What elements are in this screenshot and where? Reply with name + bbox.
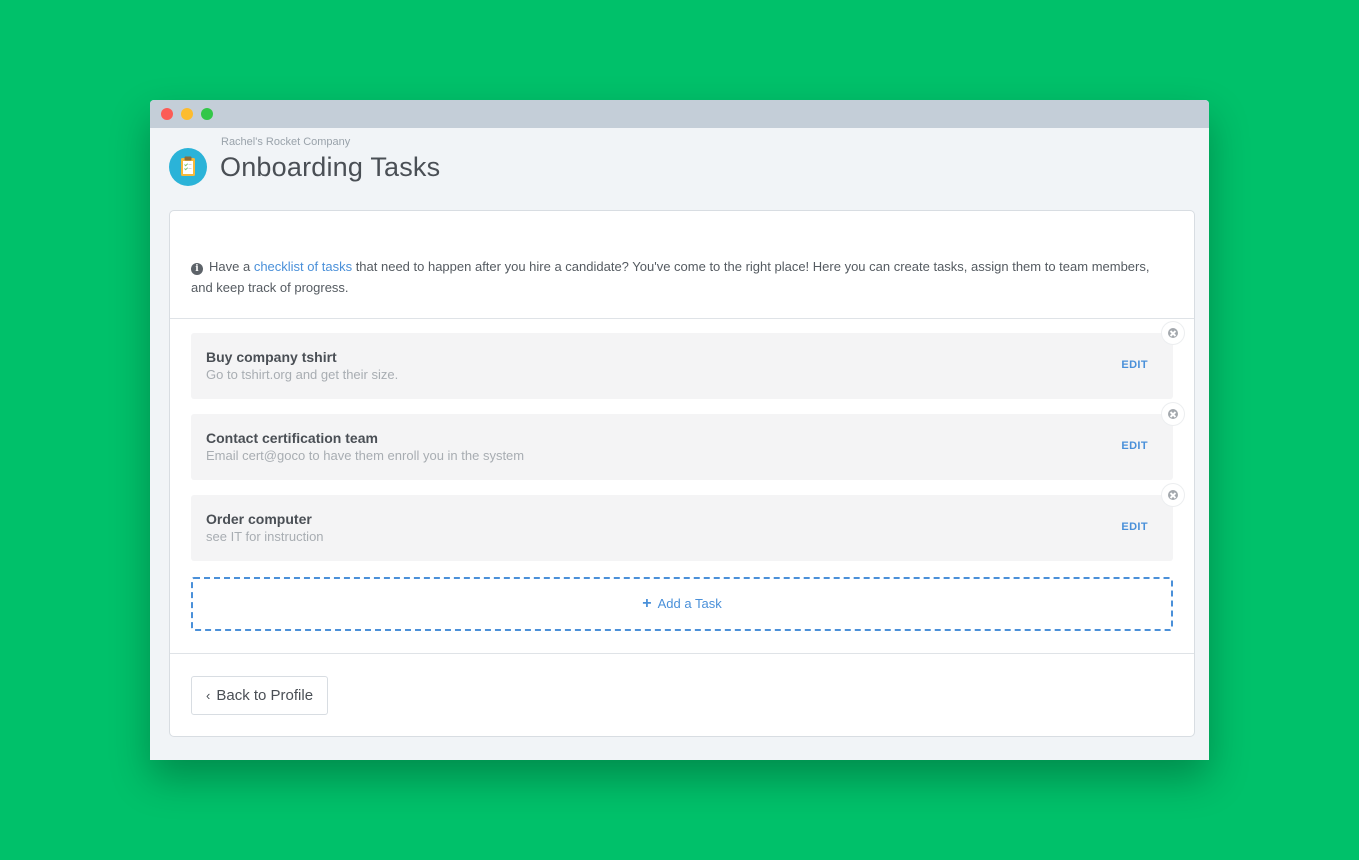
back-to-profile-label: Back to Profile (216, 687, 314, 704)
maximize-window-button[interactable] (201, 108, 213, 120)
task-item: Buy company tshirt Go to tshirt.org and … (191, 322, 1184, 399)
intro-before-link: Have a (209, 259, 254, 274)
task-title: Contact certification team (206, 430, 378, 446)
add-task-label: Add a Task (657, 596, 722, 611)
task-description: Go to tshirt.org and get their size. (206, 367, 399, 382)
close-icon (1168, 328, 1178, 338)
task-title: Buy company tshirt (206, 349, 337, 365)
close-window-button[interactable] (161, 108, 173, 120)
info-icon: i (191, 263, 203, 275)
task-item: Order computer see IT for instruction ED… (191, 484, 1184, 561)
task-title: Order computer (206, 511, 312, 527)
checklist-link[interactable]: checklist of tasks (254, 259, 352, 274)
page-title: Onboarding Tasks (220, 152, 441, 182)
intro-text: i Have a checklist of tasks that need to … (191, 256, 1171, 298)
chevron-left-icon: ‹ (206, 688, 211, 703)
company-name: Rachel's Rocket Company (221, 136, 351, 148)
remove-task-button[interactable] (1162, 403, 1184, 425)
close-icon (1168, 490, 1178, 500)
divider (170, 318, 1194, 319)
clipboard-icon (169, 148, 207, 186)
remove-task-button[interactable] (1162, 484, 1184, 506)
minimize-window-button[interactable] (181, 108, 193, 120)
add-task-button[interactable]: + Add a Task (191, 577, 1173, 631)
task-item: Contact certification team Email cert@go… (191, 403, 1184, 480)
edit-task-button[interactable]: EDIT (1121, 521, 1148, 533)
close-icon (1168, 409, 1178, 419)
task-description: see IT for instruction (206, 529, 324, 544)
app-window: Rachel's Rocket Company Onboarding Tasks… (150, 100, 1209, 760)
task-description: Email cert@goco to have them enroll you … (206, 448, 525, 463)
back-to-profile-button[interactable]: ‹ Back to Profile (191, 676, 329, 715)
remove-task-button[interactable] (1162, 322, 1184, 344)
page-header: Rachel's Rocket Company Onboarding Tasks (150, 128, 1209, 210)
plus-icon: + (642, 595, 652, 612)
edit-task-button[interactable]: EDIT (1121, 440, 1148, 452)
divider (170, 653, 1194, 654)
edit-task-button[interactable]: EDIT (1121, 359, 1148, 371)
window-titlebar (150, 100, 1209, 128)
tasks-card: i Have a checklist of tasks that need to … (169, 210, 1195, 737)
